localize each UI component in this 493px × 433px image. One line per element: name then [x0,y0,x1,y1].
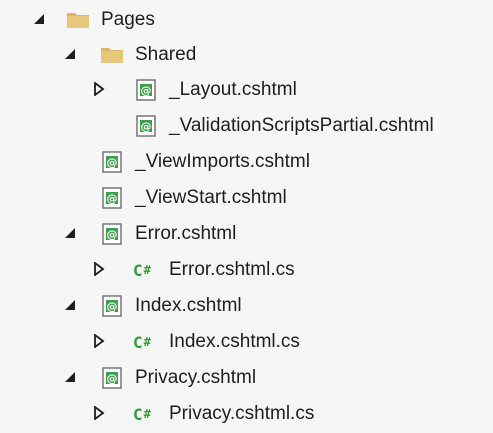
razor-file-icon: @ [136,79,156,101]
tree-node-label: _Layout.cshtml [169,79,297,100]
tree-node-label: Error.cshtml [135,223,237,244]
tree-node-error[interactable]: @ Error.cshtml [0,216,493,252]
svg-text:@: @ [107,228,118,241]
tree-node-shared[interactable]: Shared [0,37,493,73]
razor-file-icon: @ [136,115,156,137]
tree-node-layout[interactable]: @ _Layout.cshtml [0,72,493,108]
tree-node-label: Index.cshtml.cs [169,331,300,352]
tree-node-label: Error.cshtml.cs [169,259,295,280]
collapsed-triangle-icon[interactable] [92,82,106,96]
expanded-triangle-icon[interactable] [63,298,77,312]
razor-file-icon: @ [102,295,122,317]
collapsed-triangle-icon[interactable] [92,406,106,420]
tree-node-label: _ValidationScriptsPartial.cshtml [169,115,434,136]
svg-text:@: @ [107,156,118,169]
csharp-file-icon: C# [133,261,151,280]
folder-icon [67,13,89,28]
expanded-triangle-icon[interactable] [32,12,46,26]
tree-node-viewstart[interactable]: @ _ViewStart.cshtml [0,180,493,216]
solution-explorer-tree: Pages Shared @ _Layout.cshtml @ _Validat… [0,0,493,433]
tree-node-label: Privacy.cshtml [135,367,257,388]
tree-node-validation-scripts-partial[interactable]: @ _ValidationScriptsPartial.cshtml [0,108,493,144]
tree-node-privacy[interactable]: @ Privacy.cshtml [0,360,493,396]
tree-node-label: _ViewImports.cshtml [135,151,310,172]
expanded-triangle-icon[interactable] [63,226,77,240]
svg-text:@: @ [141,84,152,97]
folder-icon [101,48,123,63]
svg-text:@: @ [141,120,152,133]
tree-node-label: Privacy.cshtml.cs [169,403,315,424]
tree-node-label: Shared [135,44,197,65]
tree-node-privacy-cs[interactable]: C# Privacy.cshtml.cs [0,396,493,432]
expanded-triangle-icon[interactable] [63,47,77,61]
tree-node-viewimports[interactable]: @ _ViewImports.cshtml [0,144,493,180]
svg-text:@: @ [107,300,118,313]
collapsed-triangle-icon[interactable] [92,262,106,276]
razor-file-icon: @ [102,187,122,209]
svg-text:@: @ [107,192,118,205]
csharp-file-icon: C# [133,405,151,424]
tree-node-label: _ViewStart.cshtml [135,187,287,208]
tree-node-label: Index.cshtml [135,295,242,316]
expanded-triangle-icon[interactable] [63,370,77,384]
svg-text:@: @ [107,372,118,385]
razor-file-icon: @ [102,367,122,389]
tree-node-pages[interactable]: Pages [0,2,493,38]
collapsed-triangle-icon[interactable] [92,334,106,348]
tree-node-index[interactable]: @ Index.cshtml [0,288,493,324]
razor-file-icon: @ [102,151,122,173]
tree-node-label: Pages [101,9,155,30]
tree-node-error-cs[interactable]: C# Error.cshtml.cs [0,252,493,288]
razor-file-icon: @ [102,223,122,245]
csharp-file-icon: C# [133,333,151,352]
tree-node-index-cs[interactable]: C# Index.cshtml.cs [0,324,493,360]
